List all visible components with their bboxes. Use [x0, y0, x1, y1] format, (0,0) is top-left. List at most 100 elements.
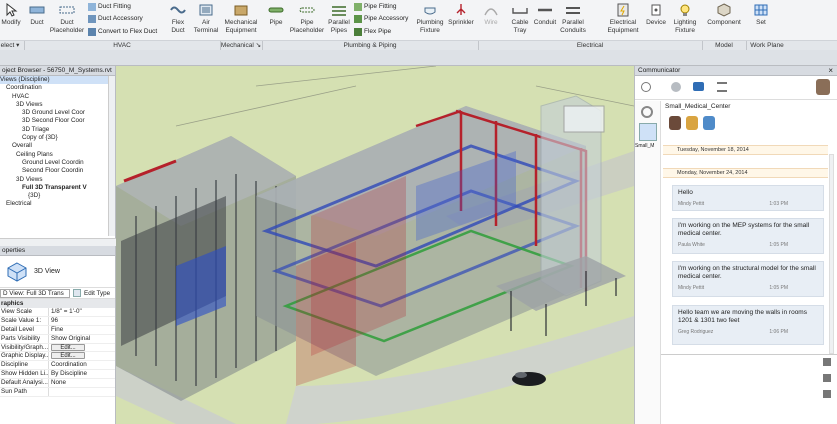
team-member-avatar[interactable] — [686, 116, 698, 130]
edit-button[interactable]: Edit... — [51, 343, 85, 351]
parallel-conduits-button[interactable]: Parallel Conduits — [558, 1, 588, 39]
tree-item[interactable]: 3D Views — [0, 176, 115, 184]
property-value[interactable]: Show Original — [49, 335, 115, 343]
component-button[interactable]: Component — [705, 1, 743, 39]
chat-icon[interactable] — [693, 82, 704, 91]
tree-item[interactable]: Ceiling Plans — [0, 151, 115, 159]
property-value[interactable]: None — [49, 379, 115, 387]
flex-pipe-button[interactable]: Flex Pipe — [354, 26, 391, 37]
message-input[interactable] — [661, 354, 837, 424]
duct-accessory-button[interactable]: Duct Accessory — [88, 13, 143, 24]
mechanical-equipment-button[interactable]: Mechanical Equipment — [222, 1, 260, 39]
message-time: 1:05 PM — [769, 285, 788, 291]
type-selector[interactable]: 3D View — [0, 256, 115, 288]
channel-rail: Small_M — [635, 101, 661, 424]
building-model[interactable] — [116, 66, 634, 424]
duct-placeholder-button[interactable]: Duct Placeholder — [50, 1, 84, 39]
cable-tray-button[interactable]: Cable Tray — [508, 1, 532, 39]
communicator-title: Communicator — [635, 66, 837, 76]
edit-button[interactable]: Edit... — [51, 352, 85, 360]
user-avatar[interactable] — [816, 79, 830, 95]
tree-item[interactable]: Electrical — [0, 200, 115, 208]
plumbing-fixture-button[interactable]: Plumbing Fixture — [413, 1, 447, 39]
tree-horizontal-scrollbar[interactable] — [0, 238, 116, 246]
duct-label: Duct — [30, 19, 44, 26]
team-member-avatar[interactable] — [703, 116, 715, 130]
parallel-conduits-icon — [566, 7, 580, 14]
flex-duct-button[interactable]: Flex Duct — [166, 1, 190, 39]
send-icon[interactable] — [823, 390, 831, 398]
property-value[interactable]: Coordination — [49, 361, 115, 369]
lighting-fixture-button[interactable]: Lighting Fixture — [670, 1, 700, 39]
set-label: Set — [756, 19, 766, 26]
tree-item[interactable]: Views (Discipline) — [0, 76, 115, 85]
chat-scrollbar[interactable] — [829, 154, 834, 354]
property-value[interactable]: 1/8" = 1'-0" — [49, 308, 115, 316]
pipe-fitting-button[interactable]: Pipe Fitting — [354, 1, 397, 12]
tree-item[interactable]: HVAC — [0, 93, 115, 101]
3d-viewport[interactable] — [116, 66, 634, 424]
pipe-button[interactable]: Pipe — [265, 1, 287, 39]
message-author: Mindy Pettit — [678, 285, 705, 291]
property-value[interactable]: Fine — [49, 326, 115, 334]
set-work-plane-button[interactable]: Set — [750, 1, 772, 39]
modify-label: Modify — [1, 19, 21, 26]
graphics-section-header[interactable]: raphics — [0, 299, 115, 308]
sprinkler-button[interactable]: Sprinkler — [447, 1, 475, 39]
property-value[interactable]: By Discipline — [49, 370, 115, 378]
project-avatar[interactable] — [639, 123, 657, 141]
list-icon[interactable] — [717, 82, 727, 92]
device-button[interactable]: Device — [644, 1, 668, 39]
property-value[interactable] — [49, 388, 115, 396]
tree-item[interactable]: Copy of {3D} — [0, 134, 115, 142]
team-member-avatar[interactable] — [669, 116, 681, 130]
air-terminal-button[interactable]: Air Terminal — [192, 1, 220, 39]
parallel-pipes-button[interactable]: Parallel Pipes — [326, 1, 352, 39]
tree-item[interactable]: 3D Triage — [0, 126, 115, 134]
duct-button[interactable]: Duct — [26, 1, 48, 39]
tree-item[interactable]: Overall — [0, 142, 115, 150]
property-row: Default Analysi... None — [0, 379, 115, 389]
conduit-icon — [538, 8, 552, 12]
instance-selector[interactable]: D View: Full 3D Trans — [0, 288, 70, 298]
property-value[interactable]: Edit... — [49, 352, 115, 360]
duct-fitting-button[interactable]: Duct Fitting — [88, 1, 131, 12]
property-value[interactable]: Edit... — [49, 343, 115, 352]
tree-scrollbar[interactable] — [108, 76, 115, 236]
property-value[interactable]: 96 — [49, 317, 115, 325]
tree-item[interactable]: {3D} — [0, 192, 115, 200]
close-icon[interactable]: × — [828, 66, 833, 76]
globe-icon[interactable] — [641, 82, 651, 92]
wire-button[interactable]: Wire — [480, 1, 502, 39]
chat-message: I'm working on the MEP systems for the s… — [672, 218, 824, 254]
project-browser: oject Browser - 56750_M_Systems.rvt View… — [0, 66, 116, 246]
edit-type-button[interactable]: Edit Type — [84, 290, 110, 297]
pipe-placeholder-icon — [299, 7, 315, 13]
conduit-button[interactable]: Conduit — [532, 1, 558, 39]
tree-item[interactable]: Full 3D Transparent V — [0, 184, 115, 192]
pipe-placeholder-button[interactable]: Pipe Placeholder — [289, 1, 325, 39]
tree-item[interactable]: 3D Second Floor Coor — [0, 117, 115, 125]
modify-button[interactable]: Modify — [0, 1, 22, 39]
tree-item[interactable]: Second Floor Coordin — [0, 167, 115, 175]
attach-icon[interactable] — [823, 358, 831, 366]
tree-item[interactable]: 3D Views — [0, 101, 115, 109]
property-row: Visibility/Graph... Edit... — [0, 343, 115, 353]
property-name: Parts Visibility — [0, 334, 49, 343]
people-icon[interactable] — [671, 82, 681, 92]
property-name: Sun Path — [0, 388, 49, 396]
duct-icon — [29, 6, 45, 14]
convert-to-flex-duct-button[interactable]: Convert to Flex Duct — [88, 26, 157, 37]
tree-item[interactable]: Coordination — [0, 84, 115, 92]
tree-item[interactable]: 3D Ground Level Coor — [0, 109, 115, 117]
message-time: 1:06 PM — [769, 329, 788, 335]
tree-item[interactable]: Ground Level Coordin — [0, 159, 115, 167]
property-name: Detail Level — [0, 325, 49, 334]
electrical-equipment-button[interactable]: Electrical Equipment — [604, 1, 642, 39]
ribbon-panel-row: elect ▾ HVAC Mechanical ↘ Plumbing & Pip… — [0, 40, 837, 51]
settings-icon[interactable] — [641, 106, 653, 118]
parallel-pipes-icon — [332, 6, 346, 16]
emoji-icon[interactable] — [823, 374, 831, 382]
pipe-accessory-button[interactable]: Pipe Accessory — [354, 13, 408, 24]
property-name: View Scale — [0, 308, 49, 316]
